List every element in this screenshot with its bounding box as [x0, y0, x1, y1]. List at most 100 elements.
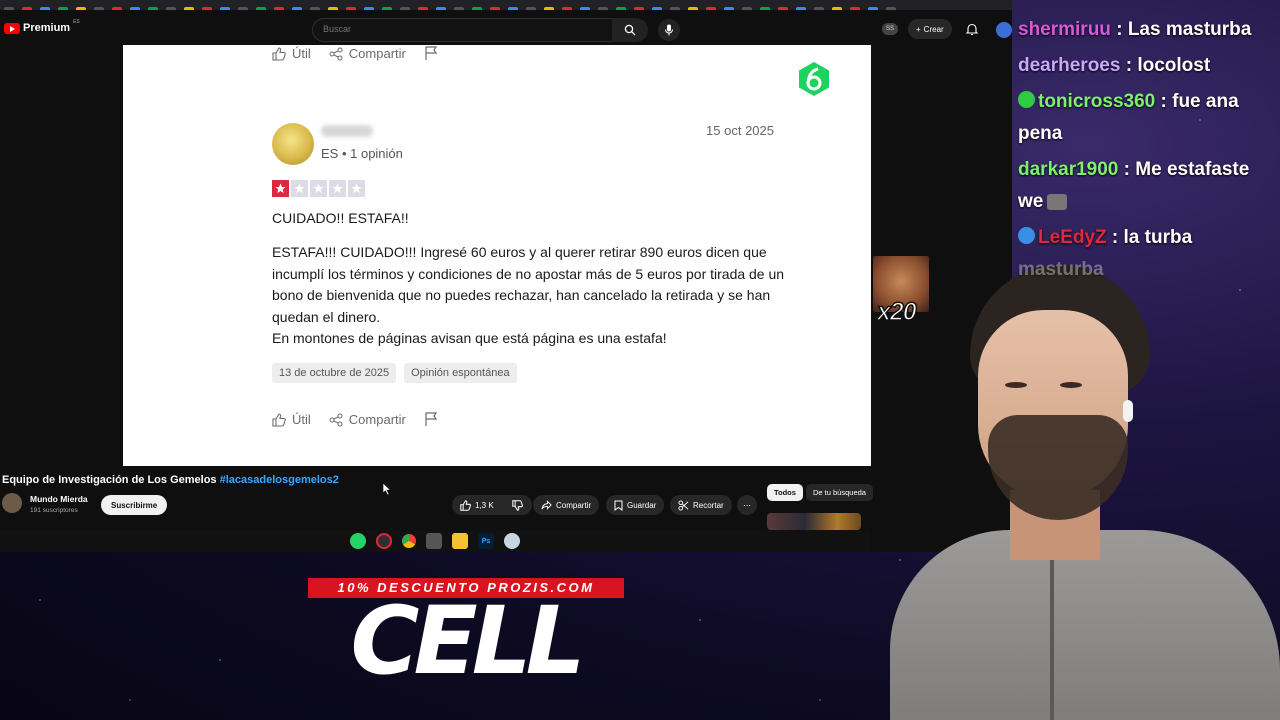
cat-emote-icon — [1047, 193, 1068, 210]
youtube-logo[interactable]: Premium ES — [4, 19, 80, 34]
airpod — [1123, 400, 1133, 422]
useful-button-top[interactable]: Útil — [272, 46, 311, 61]
left-eye — [1005, 382, 1027, 388]
steam-icon[interactable] — [504, 533, 520, 549]
search-button[interactable] — [612, 18, 648, 42]
promo-product-name: CELL — [350, 587, 586, 696]
video-title-text: Equipo de Investigación de Los Gemelos — [2, 474, 217, 486]
review-title: CUIDADO!! ESTAFA!! — [272, 210, 409, 226]
brand-six-icon — [799, 62, 829, 96]
chat-text: fue ana — [1172, 91, 1239, 112]
chat-message: we — [1018, 186, 1068, 218]
chat-username[interactable]: LeEdyZ — [1038, 227, 1107, 248]
ss-badge[interactable]: SS — [882, 23, 899, 35]
create-button[interactable]: + Crear — [908, 19, 952, 39]
obs-icon[interactable] — [376, 533, 392, 549]
review-date: 15 oct 2025 — [706, 123, 774, 138]
chat-message: tonicross360 : fue ana — [1018, 86, 1239, 118]
dislike-button[interactable] — [504, 495, 532, 515]
subscribe-button[interactable]: Suscribirme — [101, 495, 168, 515]
chat-message: pena — [1018, 118, 1062, 150]
create-label: Crear — [923, 24, 944, 34]
streamer-webcam — [870, 240, 1280, 720]
experience-date-chip: 13 de octubre de 2025 — [272, 363, 397, 383]
chat-badge-icon — [1018, 91, 1035, 109]
chat-username[interactable]: darkar1900 — [1018, 159, 1118, 180]
search-box[interactable] — [312, 18, 614, 42]
share-icon — [329, 413, 343, 426]
rating-star — [348, 180, 365, 197]
reviewer-avatar[interactable] — [272, 123, 314, 165]
clip-button[interactable]: Recortar — [670, 495, 732, 515]
channel-name[interactable]: Mundo Mierda — [30, 494, 88, 504]
filter-chip-from-search[interactable]: De tu búsqueda — [806, 484, 873, 501]
thumbs-up-icon — [272, 412, 286, 427]
flag-icon[interactable] — [424, 412, 438, 427]
like-button[interactable]: 1,3 K — [452, 495, 506, 515]
recommended-thumbnail[interactable] — [767, 513, 861, 530]
chat-username[interactable]: dearheroes — [1018, 55, 1120, 76]
jacket-zip — [1050, 560, 1054, 720]
video-hashtag[interactable]: #lacasadelosgemelos2 — [220, 474, 339, 486]
whatsapp-icon[interactable] — [350, 533, 366, 549]
browser-window: Premium ES SS + Crear Útil Compa — [0, 0, 1012, 552]
share-video-label: Compartir — [556, 500, 592, 510]
share-label: Compartir — [348, 46, 406, 61]
chat-text: we — [1018, 191, 1044, 212]
chat-text: la turba — [1123, 227, 1193, 248]
rating-star — [272, 180, 289, 197]
review-chips: 13 de octubre de 2025 Opinión espontánea — [272, 363, 517, 383]
share-video-button[interactable]: Compartir — [533, 495, 600, 515]
account-avatar[interactable] — [996, 22, 1012, 38]
rating-star — [329, 180, 346, 197]
spontaneous-review-chip[interactable]: Opinión espontánea — [404, 363, 517, 383]
review-page: Útil Compartir ES • 1 opinión 15 oct 202… — [123, 45, 871, 466]
chat-message: LeEdyZ : la turba — [1018, 222, 1192, 254]
browser-tab-strip[interactable] — [0, 0, 1012, 13]
review-paragraph: En montones de páginas avisan que está p… — [272, 330, 667, 346]
top-review-actions: Útil Compartir — [272, 46, 438, 61]
chat-separator: : — [1118, 159, 1136, 180]
filter-chip-all[interactable]: Todos — [767, 484, 803, 501]
flag-icon[interactable] — [424, 46, 438, 61]
share-arrow-icon — [541, 500, 552, 510]
clip-label: Recortar — [693, 500, 724, 510]
notifications-bell-icon[interactable] — [966, 23, 978, 36]
more-icon: ⋯ — [743, 500, 751, 510]
more-actions-button[interactable]: ⋯ — [737, 495, 757, 515]
chrome-icon[interactable] — [402, 534, 416, 548]
reviewer-name-blurred[interactable] — [321, 125, 373, 137]
plus-icon: + — [916, 24, 921, 34]
chat-message: darkar1900 : Me estafaste — [1018, 154, 1249, 186]
bookmark-icon — [614, 500, 623, 511]
channel-avatar[interactable] — [2, 493, 22, 513]
subscriber-count: 191 suscriptores — [30, 507, 78, 514]
scissors-icon — [678, 499, 689, 511]
video-title: Equipo de Investigación de Los Gemelos #… — [2, 474, 339, 486]
chat-text: pena — [1018, 123, 1063, 144]
share-icon — [329, 47, 343, 60]
search-input[interactable] — [321, 23, 605, 35]
share-label: Compartir — [348, 412, 406, 427]
save-button[interactable]: Guardar — [606, 495, 665, 515]
share-button-top[interactable]: Compartir — [329, 46, 406, 61]
reviewer-meta: ES • 1 opinión — [321, 146, 403, 161]
voice-search-button[interactable] — [658, 19, 680, 41]
chat-text: Las masturba — [1127, 19, 1252, 40]
chat-separator: : — [1110, 19, 1128, 40]
review-body: ESTAFA!!! CUIDADO!!! Ingresé 60 euros y … — [272, 242, 792, 350]
chat-username[interactable]: shermiruu — [1018, 19, 1111, 40]
photoshop-icon[interactable]: Ps — [478, 533, 494, 549]
app-icon[interactable] — [426, 533, 442, 549]
beard — [988, 415, 1128, 520]
useful-button[interactable]: Útil — [272, 412, 311, 427]
chat-separator: : — [1155, 91, 1173, 112]
bottom-review-actions: Útil Compartir — [272, 412, 438, 427]
useful-label: Útil — [292, 46, 311, 61]
share-button[interactable]: Compartir — [329, 412, 406, 427]
youtube-play-icon — [4, 22, 20, 34]
chat-text: Me estafaste — [1135, 159, 1250, 180]
chat-message: shermiruu : Las masturba — [1018, 14, 1251, 46]
chat-username[interactable]: tonicross360 — [1038, 91, 1155, 112]
folder-icon[interactable] — [452, 533, 468, 549]
